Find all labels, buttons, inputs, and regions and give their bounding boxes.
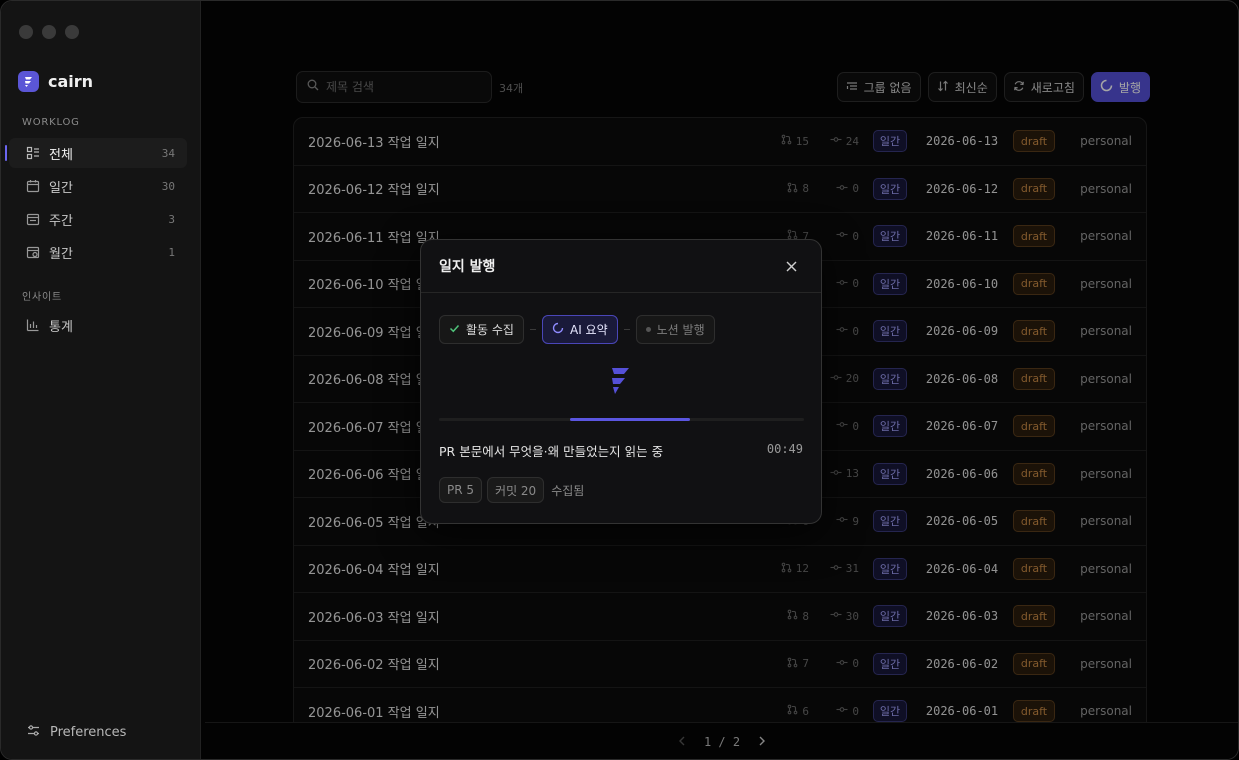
sidebar-item-label: 일간 (49, 180, 73, 196)
elapsed-timer: 00:49 (766, 442, 803, 456)
collected-label: 수집됨 (551, 483, 585, 498)
sidebar-item-label: 통계 (49, 319, 73, 335)
minimize-window-button[interactable] (42, 25, 56, 39)
progress-fill (570, 418, 691, 421)
sidebar-item-monthly[interactable]: 월간 1 (9, 237, 187, 267)
close-window-button[interactable] (19, 25, 33, 39)
list-icon (26, 146, 40, 160)
check-icon (449, 323, 460, 337)
step-separator (623, 329, 630, 330)
modal-header: 일지 발행 (421, 240, 821, 293)
brand: cairn (18, 71, 93, 92)
calendar-month-icon (26, 245, 40, 259)
calendar-week-icon (26, 212, 40, 226)
progress-bar (439, 418, 804, 421)
sidebar-item-count: 34 (161, 146, 175, 160)
sidebar-item-weekly[interactable]: 주간 3 (9, 204, 187, 234)
spinner-icon (552, 322, 564, 337)
zoom-window-button[interactable] (65, 25, 79, 39)
publish-modal: 일지 발행 활동 수집 AI 요약 노션 발행 PR 본문에서 무엇을·왜 만들… (420, 239, 822, 524)
pending-dot-icon (645, 327, 651, 332)
worklog-nav: 전체 34 일간 30 주간 3 월간 1 (5, 138, 187, 270)
modal-title: 일지 발행 (439, 259, 496, 275)
step-separator (529, 329, 536, 330)
sidebar-item-label: 주간 (49, 213, 73, 229)
commit-count-chip: 커밋 20 (487, 477, 545, 503)
step-label: 활동 수집 (466, 323, 514, 337)
sidebar-item-count: 30 (161, 179, 175, 193)
app-window: cairn WORKLOG 전체 34 일간 30 주간 3 월간 1 인사이트… (0, 0, 1239, 760)
sidebar-item-label: 전체 (49, 147, 73, 163)
worklog-section-label: WORKLOG (22, 117, 80, 128)
cairn-logo-icon (18, 71, 39, 92)
calendar-day-icon (26, 179, 40, 193)
sidebar: cairn WORKLOG 전체 34 일간 30 주간 3 월간 1 인사이트… (1, 1, 201, 759)
step-ai-summary: AI 요약 (541, 315, 618, 344)
step-collect: 활동 수집 (439, 315, 524, 344)
window-controls (19, 25, 79, 39)
insight-section-label: 인사이트 (22, 292, 62, 303)
app-name: cairn (48, 72, 94, 91)
collected-chips: PR 5 커밋 20 수집됨 (439, 477, 584, 503)
preferences-label: Preferences (50, 725, 127, 740)
sidebar-item-all[interactable]: 전체 34 (5, 138, 187, 168)
step-notion-publish: 노션 발행 (635, 315, 715, 344)
sidebar-item-stats[interactable]: 통계 (9, 310, 187, 340)
sidebar-item-count: 3 (168, 212, 175, 226)
step-label: AI 요약 (569, 323, 608, 337)
sidebar-item-count: 1 (168, 245, 175, 259)
insight-nav: 통계 (9, 310, 187, 343)
cairn-logo-icon (609, 367, 631, 399)
sliders-icon (27, 724, 40, 741)
step-label: 노션 발행 (656, 323, 705, 337)
sidebar-item-daily[interactable]: 일간 30 (9, 171, 187, 201)
pr-count-chip: PR 5 (439, 477, 483, 503)
preferences-button[interactable]: Preferences (27, 724, 126, 741)
close-icon[interactable] (783, 258, 799, 274)
sidebar-item-label: 월간 (49, 246, 73, 262)
bar-chart-icon (26, 318, 40, 332)
status-text: PR 본문에서 무엇을·왜 만들었는지 읽는 중 (439, 444, 664, 459)
progress-steps: 활동 수집 AI 요약 노션 발행 (439, 315, 715, 344)
